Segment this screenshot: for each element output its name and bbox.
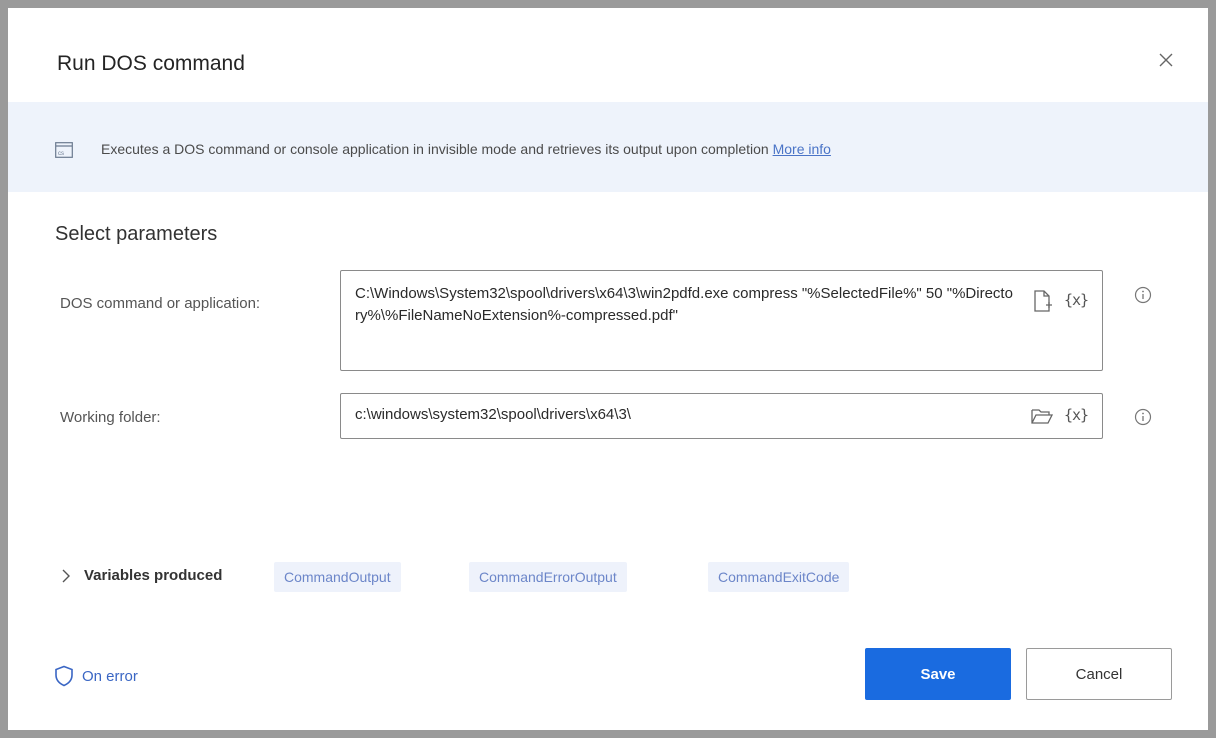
file-picker-icon: [1034, 290, 1052, 312]
dialog-title: Run DOS command: [57, 52, 245, 75]
cancel-button[interactable]: Cancel: [1026, 648, 1172, 700]
chevron-right-icon[interactable]: [61, 569, 71, 583]
on-error-button[interactable]: On error: [54, 664, 138, 688]
insert-variable-button[interactable]: {x}: [1064, 406, 1089, 424]
command-label: DOS command or application:: [60, 295, 261, 312]
banner-text: Executes a DOS command or console applic…: [101, 141, 773, 157]
info-icon[interactable]: [1134, 408, 1152, 426]
shield-icon: [55, 665, 73, 687]
folder-picker-icon: [1031, 409, 1053, 424]
more-info-link[interactable]: More info: [773, 141, 831, 157]
info-icon[interactable]: [1134, 286, 1152, 304]
command-input[interactable]: C:\Windows\System32\spool\drivers\x64\3\…: [340, 270, 1103, 371]
save-button[interactable]: Save: [865, 648, 1011, 700]
variable-chip-command-exit-code[interactable]: CommandExitCode: [708, 562, 850, 592]
variable-chip-command-error-output[interactable]: CommandErrorOutput: [469, 562, 627, 592]
svg-text:cs: cs: [58, 151, 64, 157]
run-dos-command-dialog: Run DOS command cs Executes a DOS comman…: [8, 8, 1208, 730]
close-button[interactable]: [1152, 46, 1180, 74]
working-folder-value[interactable]: c:\windows\system32\spool\drivers\x64\3\: [355, 404, 1014, 426]
working-folder-label: Working folder:: [60, 409, 161, 426]
insert-variable-button[interactable]: {x}: [1064, 291, 1089, 309]
command-value[interactable]: C:\Windows\System32\spool\drivers\x64\3\…: [355, 283, 1014, 327]
on-error-label: On error: [82, 667, 138, 685]
section-title: Select parameters: [55, 223, 218, 245]
variables-produced-label: Variables produced: [84, 567, 223, 584]
folder-picker-button[interactable]: [1030, 404, 1054, 428]
file-picker-button[interactable]: [1030, 289, 1054, 313]
close-icon: [1159, 53, 1173, 67]
console-window-icon: cs: [55, 142, 73, 158]
info-banner: cs Executes a DOS command or console app…: [8, 102, 1208, 192]
working-folder-input[interactable]: c:\windows\system32\spool\drivers\x64\3\…: [340, 393, 1103, 439]
variable-chip-command-output[interactable]: CommandOutput: [274, 562, 401, 592]
banner-description: Executes a DOS command or console applic…: [101, 141, 831, 157]
